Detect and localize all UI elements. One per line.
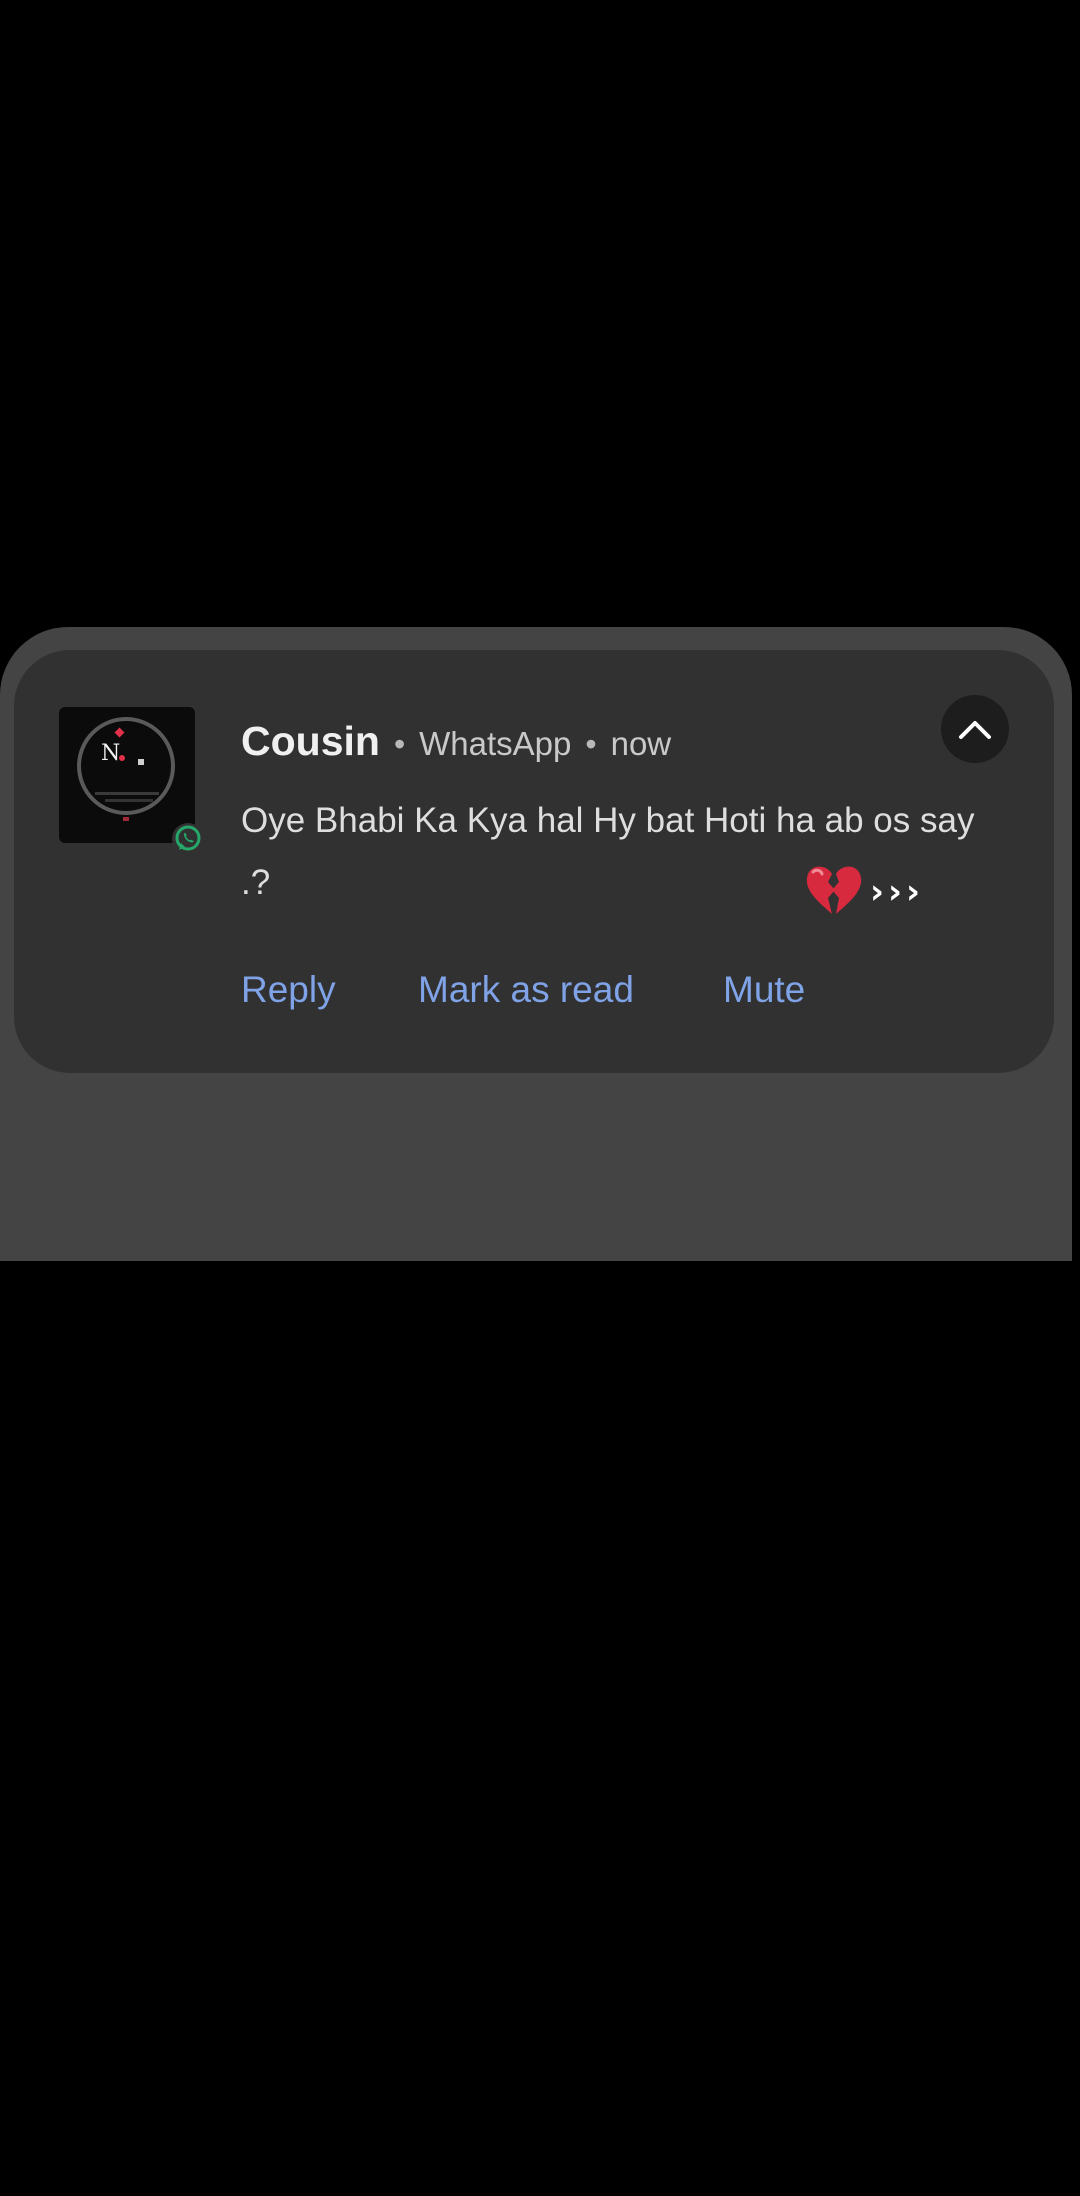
- timestamp: now: [610, 725, 672, 762]
- separator-dot: •: [393, 726, 406, 762]
- notification-header: Cousin • WhatsApp • now: [241, 713, 671, 769]
- mute-button[interactable]: Mute: [723, 962, 805, 1018]
- chevron-up-icon: [959, 721, 991, 739]
- avatar-dot: [119, 755, 125, 761]
- avatar-mini-mark: [123, 817, 129, 821]
- lockscreen: N Cousin • WhatsApp • now Oye Bhabi Ka K…: [0, 0, 1080, 2196]
- broken-heart-emoji: [801, 862, 863, 918]
- avatar-square: [138, 759, 144, 765]
- separator-dot: •: [585, 726, 597, 762]
- mark-as-read-button[interactable]: Mark as read: [418, 962, 634, 1018]
- reply-button[interactable]: Reply: [241, 962, 336, 1018]
- collapse-button[interactable]: [941, 695, 1009, 763]
- avatar-letter: N: [101, 741, 121, 766]
- whatsapp-icon: [171, 822, 205, 856]
- avatar-text-line: [95, 792, 159, 795]
- app-name: WhatsApp: [419, 725, 572, 762]
- avatar-text-line: [105, 799, 153, 802]
- trailing-arrows: ›››: [870, 872, 925, 912]
- sender-name: Cousin: [241, 718, 380, 764]
